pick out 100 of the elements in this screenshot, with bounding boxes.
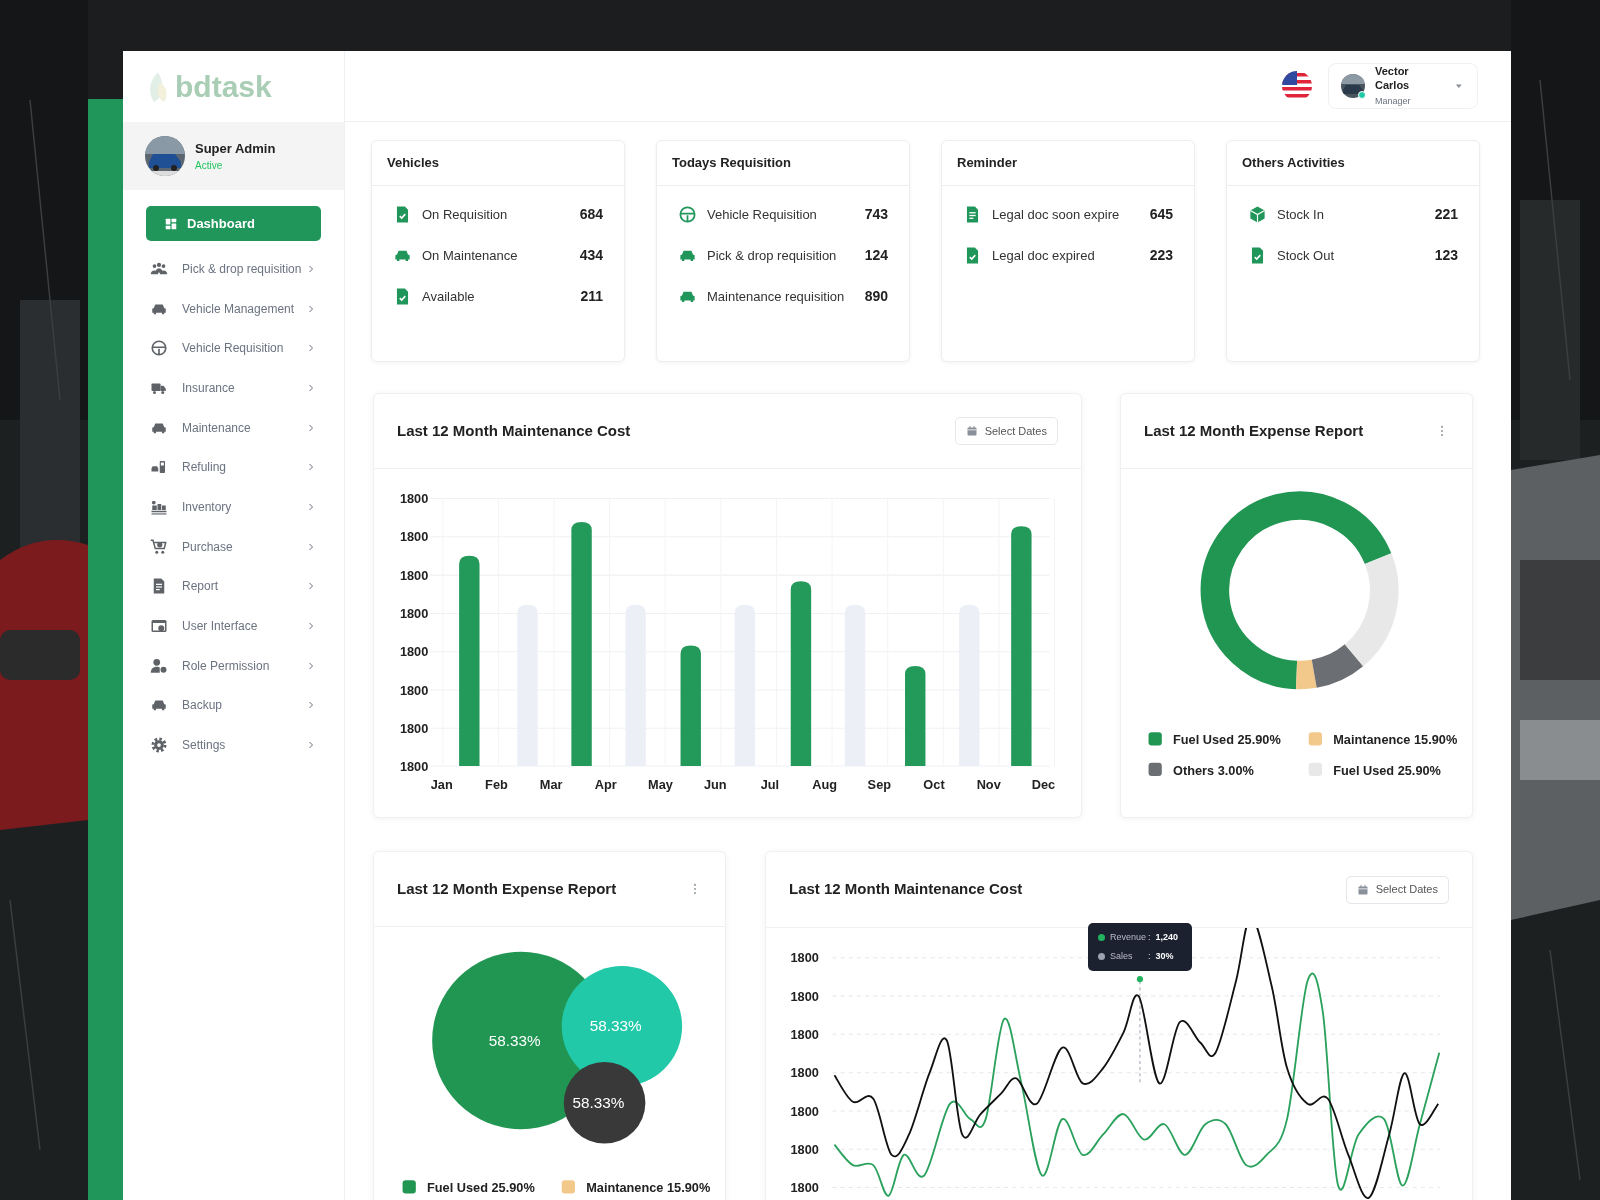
legend-label: Maintanence 15.90% bbox=[586, 1179, 711, 1195]
nav-item[interactable]: Role Permission bbox=[146, 645, 321, 686]
stat-label: Stock Out bbox=[1277, 246, 1335, 265]
card-title: Last 12 Month Expense Report bbox=[1144, 420, 1364, 441]
steering-wheel-icon bbox=[678, 205, 697, 224]
axis-label: 1800 bbox=[790, 1141, 819, 1157]
stat-value: 124 bbox=[864, 246, 888, 265]
stat-value: 123 bbox=[1434, 246, 1458, 265]
axis-label: Apr bbox=[594, 777, 617, 793]
stat-label: Legal doc expired bbox=[992, 246, 1095, 265]
nav-item[interactable]: Dashboard bbox=[146, 206, 321, 241]
nav-item[interactable]: User Interface bbox=[146, 606, 321, 646]
nav-item[interactable]: Pick & drop requisition bbox=[146, 249, 321, 289]
axis-label: Oct bbox=[923, 777, 945, 793]
axis-label: Nov bbox=[976, 777, 1001, 793]
legend-label: Fuel Used 25.90% bbox=[1173, 732, 1281, 747]
axis-label: 1800 bbox=[399, 606, 429, 621]
axis-label: 1800 bbox=[399, 529, 429, 545]
nav-item[interactable]: Insurance bbox=[146, 368, 321, 408]
axis-label: 1800 bbox=[790, 950, 819, 966]
tooltip-label: Sales bbox=[1110, 949, 1134, 963]
axis-label: 1800 bbox=[399, 682, 429, 698]
box-icon bbox=[1248, 205, 1267, 224]
axis-label: 1800 bbox=[790, 1065, 819, 1081]
axis-label: Jan bbox=[430, 777, 453, 793]
axis-label: 1800 bbox=[399, 758, 429, 774]
axis-label: 1800 bbox=[790, 1026, 819, 1042]
axis-label: 1800 bbox=[790, 1103, 819, 1119]
stat-value: 645 bbox=[1149, 205, 1173, 224]
card-title: Others Activities bbox=[1242, 154, 1345, 173]
nav-item[interactable]: Inventory bbox=[146, 487, 321, 527]
axis-label: 1800 bbox=[790, 988, 819, 1004]
stat-label: Available bbox=[422, 287, 475, 306]
bubble-label: 58.33% bbox=[572, 1093, 625, 1111]
stat-value: 223 bbox=[1149, 246, 1173, 265]
axis-label: Jun bbox=[703, 777, 727, 793]
axis-label: 1800 bbox=[399, 567, 429, 583]
select-dates-button[interactable]: Select Dates bbox=[954, 417, 1058, 445]
stat-label: Vehicle Requisition bbox=[707, 205, 817, 224]
axis-label: Feb bbox=[485, 777, 508, 793]
calendar-icon bbox=[965, 425, 978, 437]
stat-label: Maintenance requisition bbox=[707, 287, 845, 306]
nav-item[interactable]: Vehicle Management bbox=[146, 288, 321, 329]
nav-item[interactable]: Report bbox=[146, 566, 321, 607]
legend-label: Fuel Used 25.90% bbox=[427, 1179, 535, 1195]
chart-point bbox=[1136, 976, 1143, 983]
stat-label: On Requisition bbox=[422, 205, 508, 224]
legend-label: Others 3.00% bbox=[1173, 762, 1254, 778]
status-text: Active bbox=[195, 159, 224, 174]
card-title: Last 12 Month Maintenance Cost bbox=[397, 420, 631, 441]
stat-label: Stock In bbox=[1277, 205, 1324, 224]
axis-label: May bbox=[648, 777, 673, 793]
logo-text: bdtask bbox=[175, 71, 272, 102]
stat-value: 221 bbox=[1434, 205, 1458, 224]
axis-label: Mar bbox=[539, 777, 563, 793]
settings-icon bbox=[150, 736, 168, 755]
calendar-icon bbox=[1356, 883, 1369, 896]
stat-label: On Maintenance bbox=[422, 246, 518, 265]
bubble-label: 58.33% bbox=[589, 1017, 642, 1035]
tooltip-value: 30% bbox=[1155, 949, 1174, 963]
card-title: Todays Requisition bbox=[672, 154, 791, 173]
user-name: Super Admin bbox=[195, 139, 276, 158]
tooltip-separator: : bbox=[1148, 949, 1151, 963]
stat-value: 890 bbox=[864, 287, 888, 306]
steering-wheel-icon bbox=[150, 339, 168, 358]
user-role: Manager bbox=[1375, 95, 1412, 107]
flag-icon[interactable] bbox=[1282, 71, 1312, 101]
legend-label: Fuel Used 25.90% bbox=[1333, 762, 1441, 778]
nav-item[interactable]: Settings bbox=[146, 725, 321, 765]
stat-label: Legal doc soon expire bbox=[992, 205, 1120, 224]
axis-label: 1800 bbox=[399, 491, 429, 507]
card-title: Reminder bbox=[957, 154, 1017, 173]
stat-value: 684 bbox=[579, 205, 603, 224]
tooltip-separator: : bbox=[1148, 931, 1151, 944]
axis-label: 1800 bbox=[399, 644, 429, 660]
card-title: Last 12 Month Expense Report bbox=[397, 878, 617, 899]
user-icon bbox=[150, 656, 168, 675]
stat-value: 211 bbox=[580, 287, 603, 306]
nav-item[interactable]: Refuling bbox=[146, 447, 321, 488]
card-title: Last 12 Month Maintenance Cost bbox=[789, 879, 1023, 900]
user-menu[interactable]: Vector Carlos Manager bbox=[1328, 63, 1478, 109]
nav-item[interactable]: Vehicle Requisition bbox=[146, 328, 321, 369]
stat-value: 434 bbox=[579, 246, 603, 265]
axis-label: 1800 bbox=[790, 1180, 819, 1196]
tooltip-label: Revenue bbox=[1110, 931, 1148, 944]
stat-value: 743 bbox=[864, 205, 888, 224]
tooltip-value: 1,240 bbox=[1155, 931, 1179, 944]
nav-item[interactable]: Purchase bbox=[146, 526, 321, 567]
legend-label: Maintanence 15.90% bbox=[1333, 732, 1458, 747]
nav-item[interactable]: Backup bbox=[146, 685, 321, 726]
axis-label: Aug bbox=[812, 777, 837, 793]
stat-label: Pick & drop requisition bbox=[707, 246, 837, 265]
dashboard-icon bbox=[164, 216, 178, 231]
axis-label: Sep bbox=[867, 777, 891, 793]
card-title: Vehicles bbox=[387, 154, 440, 173]
select-dates-button[interactable]: Select Dates bbox=[1345, 875, 1449, 904]
user-name: Vector Carlos bbox=[1375, 65, 1411, 93]
bubble-label: 58.33% bbox=[488, 1031, 541, 1049]
nav-item[interactable]: Maintenance bbox=[146, 407, 321, 448]
cart-icon bbox=[150, 537, 168, 556]
